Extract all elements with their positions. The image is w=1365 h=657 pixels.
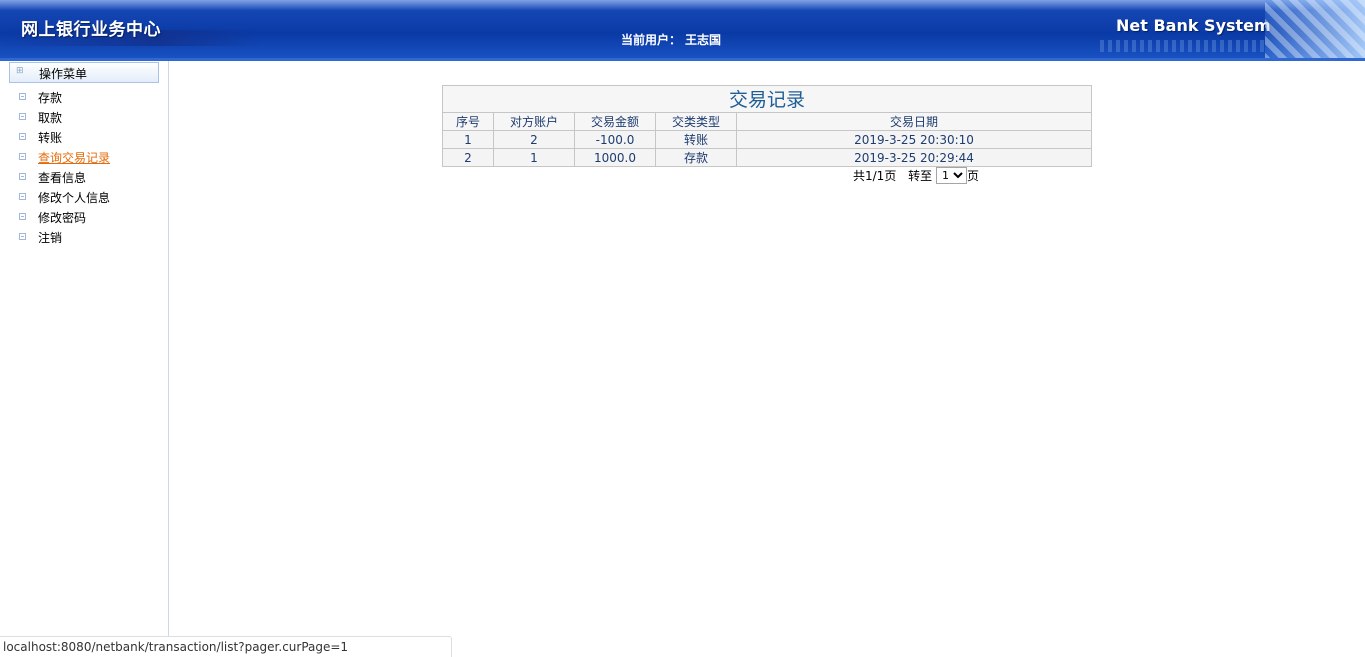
sidebar-item-label: 查询交易记录 [38,151,111,165]
menu-bullet-icon [19,233,26,240]
browser-status-bar: localhost:8080/netbank/transaction/list?… [0,636,452,657]
menu-header[interactable]: ⊞ 操作菜单 [9,62,159,83]
cell-amount: -100.0 [574,130,656,149]
column-header-type: 交类类型 [655,112,737,131]
menu-bullet-icon [19,153,26,160]
cell-amount: 1000.0 [574,148,656,167]
transaction-table-wrapper: 交易记录 序号 对方账户 交易金额 交类类型 交易日期 1 2 -100.0 转… [442,85,1092,167]
sidebar-item-label: 取款 [38,111,63,125]
keyboard-graphic [1265,0,1365,61]
table-title: 交易记录 [442,85,1092,112]
sidebar-item-withdraw[interactable]: 取款 [0,108,168,126]
sidebar-item-change-password[interactable]: 修改密码 [0,208,168,226]
menu-bullet-icon [19,173,26,180]
system-name: Net Bank System [1116,16,1271,35]
cell-index: 2 [442,148,494,167]
menu-bullet-icon [19,193,26,200]
sidebar-item-label: 修改个人信息 [38,191,111,205]
menu-bullet-icon [19,213,26,220]
column-header-index: 序号 [442,112,494,131]
sidebar-item-transaction-history[interactable]: 查询交易记录 [0,148,168,166]
current-user: 当前用户： 王志国 [621,31,721,48]
table-row: 1 2 -100.0 转账 2019-3-25 20:30:10 [442,130,1092,149]
table-header-row: 序号 对方账户 交易金额 交类类型 交易日期 [442,112,1092,131]
cell-counterparty: 2 [493,130,575,149]
menu-header-label: 操作菜单 [39,67,88,81]
sidebar-item-label: 存款 [38,91,63,105]
header-banner: 网上银行业务中心 当前用户： 王志国 Net Bank System [0,0,1365,61]
current-user-label: 当前用户： [621,33,682,47]
sidebar-item-edit-profile[interactable]: 修改个人信息 [0,188,168,206]
table-row: 2 1 1000.0 存款 2019-3-25 20:29:44 [442,148,1092,167]
page-select[interactable]: 1 [936,167,967,184]
sidebar-item-view-info[interactable]: 查看信息 [0,168,168,186]
sidebar-item-label: 查看信息 [38,171,87,185]
sidebar-item-deposit[interactable]: 存款 [0,88,168,106]
sidebar-item-label: 注销 [38,231,63,245]
app-title: 网上银行业务中心 [21,20,161,40]
cell-type: 存款 [655,148,737,167]
transaction-table: 交易记录 序号 对方账户 交易金额 交类类型 交易日期 1 2 -100.0 转… [442,85,1092,167]
cell-date: 2019-3-25 20:30:10 [736,130,1092,149]
column-header-amount: 交易金额 [574,112,656,131]
sidebar-item-logout[interactable]: 注销 [0,228,168,246]
sidebar-item-label: 转账 [38,131,63,145]
sidebar: ⊞ 操作菜单 存款 取款 转账 查询交易记录 查看信息 修改个人信息 修改密码 … [0,61,169,657]
pager-goto-label: 转至 [908,169,933,183]
sidebar-item-label: 修改密码 [38,211,87,225]
cell-counterparty: 1 [493,148,575,167]
pager-page-suffix: 页 [967,169,980,183]
cell-date: 2019-3-25 20:29:44 [736,148,1092,167]
cell-index: 1 [442,130,494,149]
menu-bullet-icon [19,113,26,120]
menu-bullet-icon [19,93,26,100]
page: 网上银行业务中心 当前用户： 王志国 Net Bank System ⊞ 操作菜单… [0,0,1365,657]
column-header-counterparty: 对方账户 [493,112,575,131]
pager-summary: 共1/1页 [853,169,897,183]
column-header-date: 交易日期 [736,112,1092,131]
header-decoration [1100,40,1265,52]
current-user-name: 王志国 [685,33,722,47]
pager: 共1/1页 转至 1 页 [853,166,979,184]
cell-type: 转账 [655,130,737,149]
sidebar-item-transfer[interactable]: 转账 [0,128,168,146]
expand-plus-icon: ⊞ [16,66,24,76]
menu-bullet-icon [19,133,26,140]
